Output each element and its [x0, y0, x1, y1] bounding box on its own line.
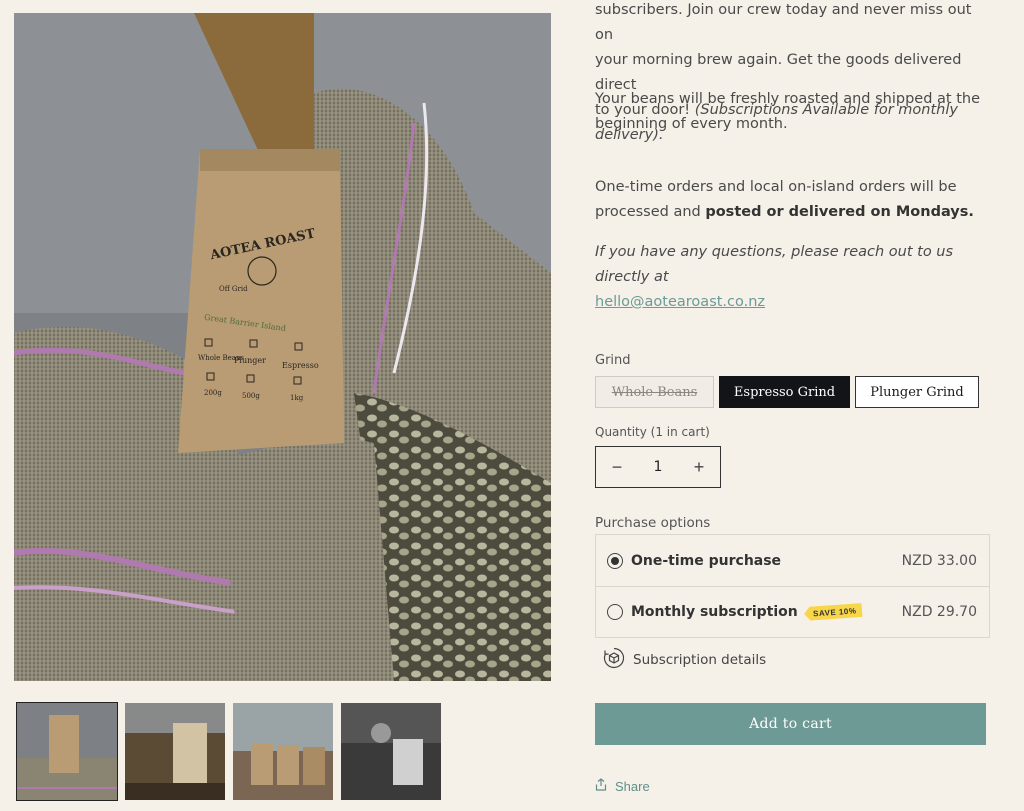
bag-sub-text: Off Grid — [219, 285, 248, 293]
save-badge: SAVE 10% — [803, 603, 862, 621]
purchase-option-one-time[interactable]: One-time purchase NZD 33.00 — [596, 535, 989, 586]
grind-options: Whole Beans Espresso Grind Plunger Grind — [595, 376, 979, 408]
bag-checkbox-2: Plunger — [234, 356, 266, 365]
one-time-label: One-time purchase — [631, 552, 782, 569]
thumbnail-1[interactable] — [16, 702, 118, 801]
product-main-image[interactable]: AOTEA ROAST Off Grid Great Barrier Islan… — [14, 13, 551, 681]
email-link[interactable]: hello@aotearoast.co.nz — [595, 294, 765, 310]
subscription-details-label: Subscription details — [633, 652, 767, 668]
grind-option-plunger[interactable]: Plunger Grind — [855, 376, 979, 408]
add-to-cart-button[interactable]: Add to cart — [595, 703, 986, 745]
thumbnail-4[interactable] — [341, 703, 441, 800]
thumbnail-2[interactable] — [125, 703, 225, 800]
desc-line: Your beans will be freshly roasted and s… — [595, 91, 981, 107]
bag-checkbox-3: Espresso — [282, 361, 319, 370]
purchase-options-label: Purchase options — [595, 515, 711, 531]
quantity-increase-button[interactable]: + — [678, 457, 720, 478]
description-paragraph-4: If you have any questions, please reach … — [595, 240, 987, 315]
thumbnail-3[interactable] — [233, 703, 333, 800]
quantity-decrease-button[interactable]: − — [596, 457, 638, 478]
desc-line: One-time orders and local on-island orde… — [595, 179, 957, 195]
quantity-input[interactable]: 1 — [654, 459, 663, 475]
bag-weight-1: 200g — [204, 389, 222, 397]
radio-unselected[interactable] — [607, 604, 623, 620]
share-button[interactable]: Share — [595, 778, 650, 794]
description-paragraph-2: Your beans will be freshly roasted and s… — [595, 87, 987, 137]
quantity-label: Quantity (1 in cart) — [595, 425, 710, 439]
desc-line: processed and — [595, 204, 706, 220]
grind-label: Grind — [595, 353, 631, 368]
monthly-label: Monthly subscription — [631, 604, 798, 620]
desc-line: beginning of every month. — [595, 116, 788, 132]
monthly-price: NZD 29.70 — [901, 604, 977, 620]
subscription-box-icon — [602, 646, 626, 674]
subscription-details-link[interactable]: Subscription details — [602, 646, 766, 674]
desc-line: subscribers. Join our crew today and nev… — [595, 2, 972, 43]
share-icon — [595, 778, 607, 794]
radio-selected[interactable] — [607, 552, 623, 569]
purchase-options: One-time purchase NZD 33.00 Monthly subs… — [595, 534, 990, 638]
grind-option-espresso[interactable]: Espresso Grind — [719, 376, 850, 408]
thumbnail-strip — [16, 702, 441, 801]
description-paragraph-3: One-time orders and local on-island orde… — [595, 175, 987, 225]
purchase-option-monthly[interactable]: Monthly subscription SAVE 10% NZD 29.70 — [596, 586, 989, 637]
one-time-price: NZD 33.00 — [901, 552, 977, 569]
grind-option-whole-beans[interactable]: Whole Beans — [595, 376, 714, 408]
bag-weight-3: 1kg — [290, 394, 304, 402]
desc-bold-note: posted or delivered on Mondays. — [705, 204, 974, 220]
bag-weight-2: 500g — [242, 392, 260, 400]
share-label: Share — [615, 778, 650, 794]
quantity-stepper: − 1 + — [595, 446, 721, 488]
desc-contact-line: If you have any questions, please reach … — [595, 244, 954, 285]
